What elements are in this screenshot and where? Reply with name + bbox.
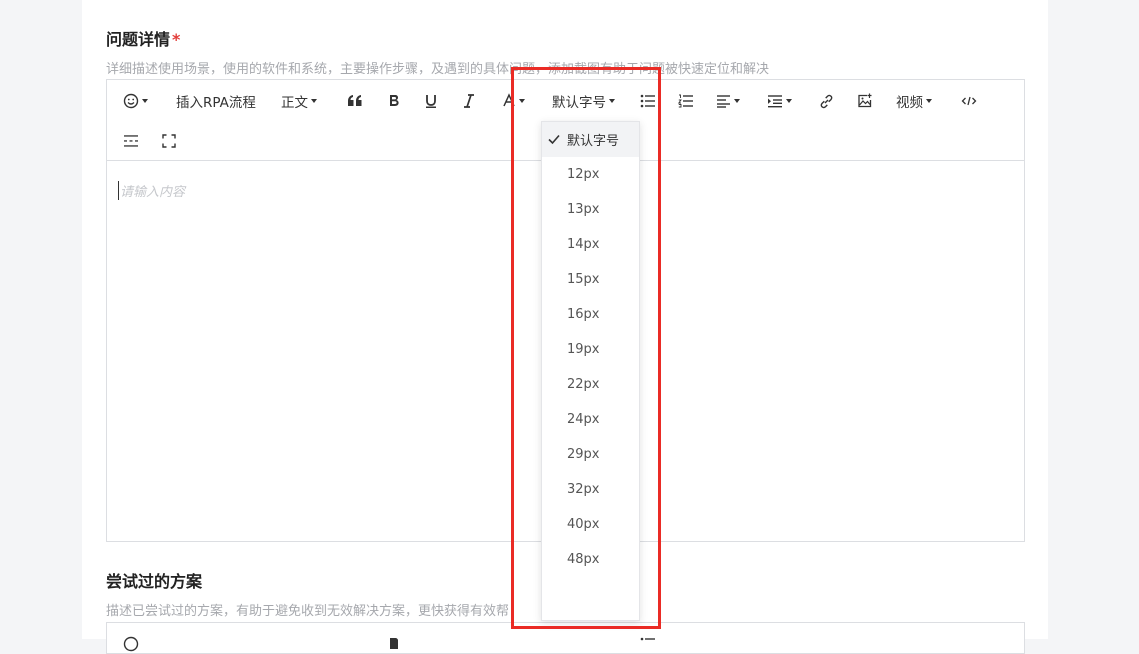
required-mark: * <box>172 30 181 49</box>
font-size-option[interactable]: 24px <box>542 402 639 437</box>
font-size-select-label: 默认字号 <box>552 95 606 111</box>
video-select[interactable]: 视频 <box>896 90 932 112</box>
fullscreen-icon <box>162 134 176 148</box>
checkmark-icon <box>548 134 560 145</box>
font-size-option-label: 29px <box>567 447 600 462</box>
insert-rpa-button[interactable]: 插入RPA流程 <box>176 90 256 112</box>
code-icon <box>961 96 977 106</box>
code-button[interactable] <box>961 90 977 112</box>
font-size-option[interactable]: 12px <box>542 157 639 192</box>
underline-button[interactable] <box>424 90 438 112</box>
video-select-label: 视频 <box>896 95 923 111</box>
bulleted-list-icon <box>640 637 655 641</box>
align-left-icon <box>717 95 730 108</box>
font-color-icon <box>503 93 515 107</box>
font-size-option-label: 15px <box>567 272 600 287</box>
indent-button[interactable] <box>767 90 792 112</box>
tried-solutions-description: 描述已尝试过的方案，有助于避免收到无效解决方案，更快获得有效帮 <box>106 604 510 619</box>
problem-details-heading: 问题详情 * <box>106 26 180 50</box>
insert-image-button[interactable] <box>857 90 873 112</box>
heading-select-label: 正文 <box>281 95 308 111</box>
font-size-option-label: 14px <box>567 237 600 252</box>
divider-button[interactable] <box>123 130 139 152</box>
font-size-option[interactable]: 22px <box>542 367 639 402</box>
font-size-option[interactable]: 16px <box>542 297 639 332</box>
chevron-down-icon <box>142 99 148 103</box>
font-size-option-label: 32px <box>567 482 600 497</box>
bold-icon <box>390 638 398 649</box>
image-icon <box>858 93 872 108</box>
font-size-option-label: 13px <box>567 202 600 217</box>
numbered-list-icon <box>678 94 693 108</box>
bulleted-list-button[interactable] <box>640 90 656 112</box>
indent-icon <box>768 95 782 108</box>
horizontal-rule-icon <box>124 135 138 147</box>
chevron-down-icon <box>609 99 615 103</box>
editor-placeholder: 请输入内容 <box>118 181 185 200</box>
font-size-option-label: 22px <box>567 377 600 392</box>
chevron-down-icon <box>734 99 740 103</box>
heading-select[interactable]: 正文 <box>281 90 317 112</box>
font-size-option[interactable]: 40px <box>542 507 639 542</box>
font-size-select[interactable]: 默认字号 <box>552 90 615 112</box>
chevron-down-icon <box>926 99 932 103</box>
italic-button[interactable] <box>463 90 475 112</box>
font-size-option-label: 40px <box>567 517 600 532</box>
chevron-down-icon <box>786 99 792 103</box>
font-color-button[interactable] <box>502 90 525 112</box>
italic-icon <box>464 94 474 108</box>
emoji-icon <box>123 636 139 652</box>
font-size-option-label: 12px <box>567 167 600 182</box>
numbered-list-button[interactable] <box>678 90 694 112</box>
font-size-option[interactable]: 14px <box>542 227 639 262</box>
quote-icon <box>348 95 362 106</box>
font-size-option[interactable]: 48px <box>542 542 639 577</box>
quote-button[interactable] <box>347 90 363 112</box>
problem-details-description: 详细描述使用场景，使用的软件和系统，主要操作步骤，及遇到的具体问题，添加截图有助… <box>106 62 770 77</box>
emoji-button[interactable] <box>123 90 148 112</box>
font-size-option[interactable]: 默认字号 <box>542 122 639 157</box>
bulleted-list-button[interactable] <box>640 633 656 653</box>
bold-icon <box>390 95 399 106</box>
font-size-option[interactable]: 19px <box>542 332 639 367</box>
font-size-option-label: 19px <box>567 342 600 357</box>
fullscreen-button[interactable] <box>162 130 176 152</box>
font-size-option-label: 16px <box>567 307 600 322</box>
link-icon <box>820 94 833 108</box>
font-size-option-label: 24px <box>567 412 600 427</box>
link-button[interactable] <box>819 90 834 112</box>
chevron-down-icon <box>519 99 525 103</box>
underline-icon <box>426 95 436 108</box>
font-size-option[interactable]: 32px <box>542 472 639 507</box>
rich-text-editor-2 <box>106 622 1025 654</box>
font-size-option[interactable]: 29px <box>542 437 639 472</box>
bold-button[interactable] <box>387 633 401 653</box>
font-size-option[interactable]: 13px <box>542 192 639 227</box>
emoji-icon <box>123 93 139 109</box>
align-button[interactable] <box>716 90 740 112</box>
font-size-option-label: 默认字号 <box>567 134 620 149</box>
bold-button[interactable] <box>387 90 401 112</box>
bulleted-list-icon <box>640 94 655 108</box>
editor-toolbar-2 <box>107 623 1024 653</box>
font-size-option-label: 48px <box>567 552 600 567</box>
font-size-option[interactable]: 15px <box>542 262 639 297</box>
tried-solutions-title: 尝试过的方案 <box>106 572 203 591</box>
font-size-dropdown: 默认字号 12px 13px 14px 15px 16px 19px 22px 24px 29px… <box>541 121 640 621</box>
problem-details-title: 问题详情 <box>106 30 171 49</box>
emoji-button[interactable] <box>123 633 139 653</box>
chevron-down-icon <box>311 99 317 103</box>
